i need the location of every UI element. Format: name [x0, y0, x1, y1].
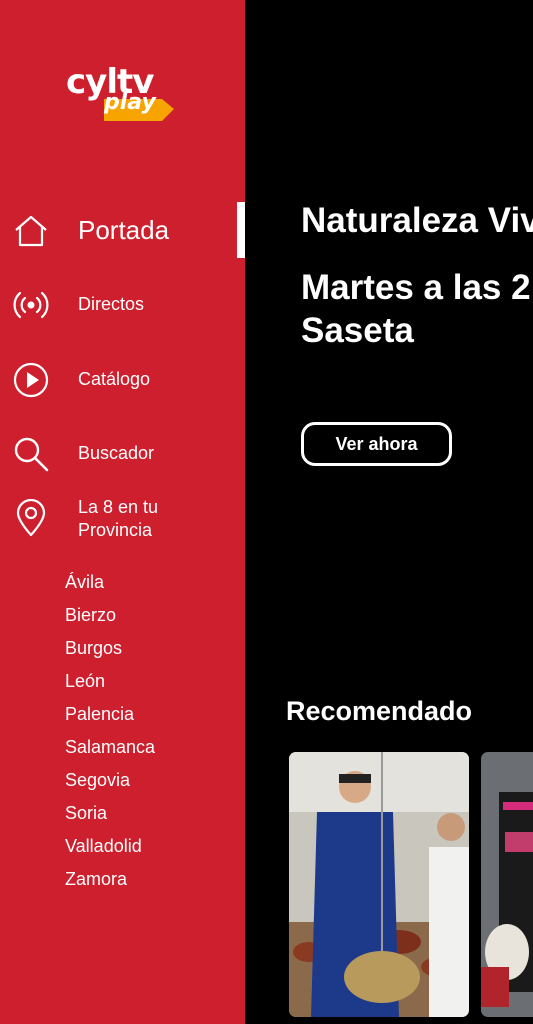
sidebar-item-provincia[interactable]: La 8 en tu Provincia — [0, 494, 245, 546]
card-thumbnail-pets — [481, 752, 533, 1017]
province-link-soria[interactable]: Soria — [65, 797, 155, 830]
logo-play-text: play — [104, 90, 156, 115]
province-link-salamanca[interactable]: Salamanca — [65, 731, 155, 764]
active-indicator — [237, 202, 245, 258]
province-link-valladolid[interactable]: Valladolid — [65, 830, 155, 863]
play-circle-icon — [13, 362, 49, 398]
live-broadcast-icon — [13, 291, 49, 319]
sidebar: cyltv play Portada Directos Catálogo Bus… — [0, 0, 245, 1024]
recommended-card[interactable] — [481, 752, 533, 1017]
sidebar-item-buscador[interactable]: Buscador — [0, 432, 245, 476]
sidebar-item-directos[interactable]: Directos — [0, 283, 245, 327]
sidebar-item-label: La 8 en tu Provincia — [78, 497, 159, 540]
hero-title: Naturaleza Viva — [301, 201, 533, 240]
sidebar-item-label: Buscador — [78, 443, 155, 463]
cyltv-play-logo[interactable]: cyltv play — [66, 62, 176, 126]
province-link-zamora[interactable]: Zamora — [65, 863, 155, 896]
sidebar-item-label: Catálogo — [78, 369, 151, 389]
hero-schedule-line: Martes a las 2 — [301, 268, 531, 307]
watch-now-button[interactable]: Ver ahora — [301, 422, 452, 466]
sidebar-item-portada[interactable]: Portada — [0, 200, 245, 260]
province-link-leon[interactable]: León — [65, 665, 155, 698]
province-list: Ávila Bierzo Burgos León Palencia Salama… — [65, 566, 155, 896]
search-icon — [14, 437, 49, 472]
sidebar-item-label: Directos — [78, 294, 145, 314]
location-pin-icon — [16, 499, 46, 537]
province-link-palencia[interactable]: Palencia — [65, 698, 155, 731]
recommended-heading: Recomendado — [286, 696, 473, 726]
sidebar-item-label: Portada — [78, 215, 170, 245]
card-thumbnail-farm — [289, 752, 469, 1017]
province-link-bierzo[interactable]: Bierzo — [65, 599, 155, 632]
province-link-segovia[interactable]: Segovia — [65, 764, 155, 797]
recommended-card[interactable] — [289, 752, 469, 1017]
province-link-avila[interactable]: Ávila — [65, 566, 155, 599]
home-icon — [15, 215, 47, 247]
province-link-burgos[interactable]: Burgos — [65, 632, 155, 665]
hero-schedule: Martes a las 2 Saseta — [301, 266, 533, 352]
hero-presenter-line: Saseta — [301, 311, 414, 350]
sidebar-item-catalogo[interactable]: Catálogo — [0, 358, 245, 402]
